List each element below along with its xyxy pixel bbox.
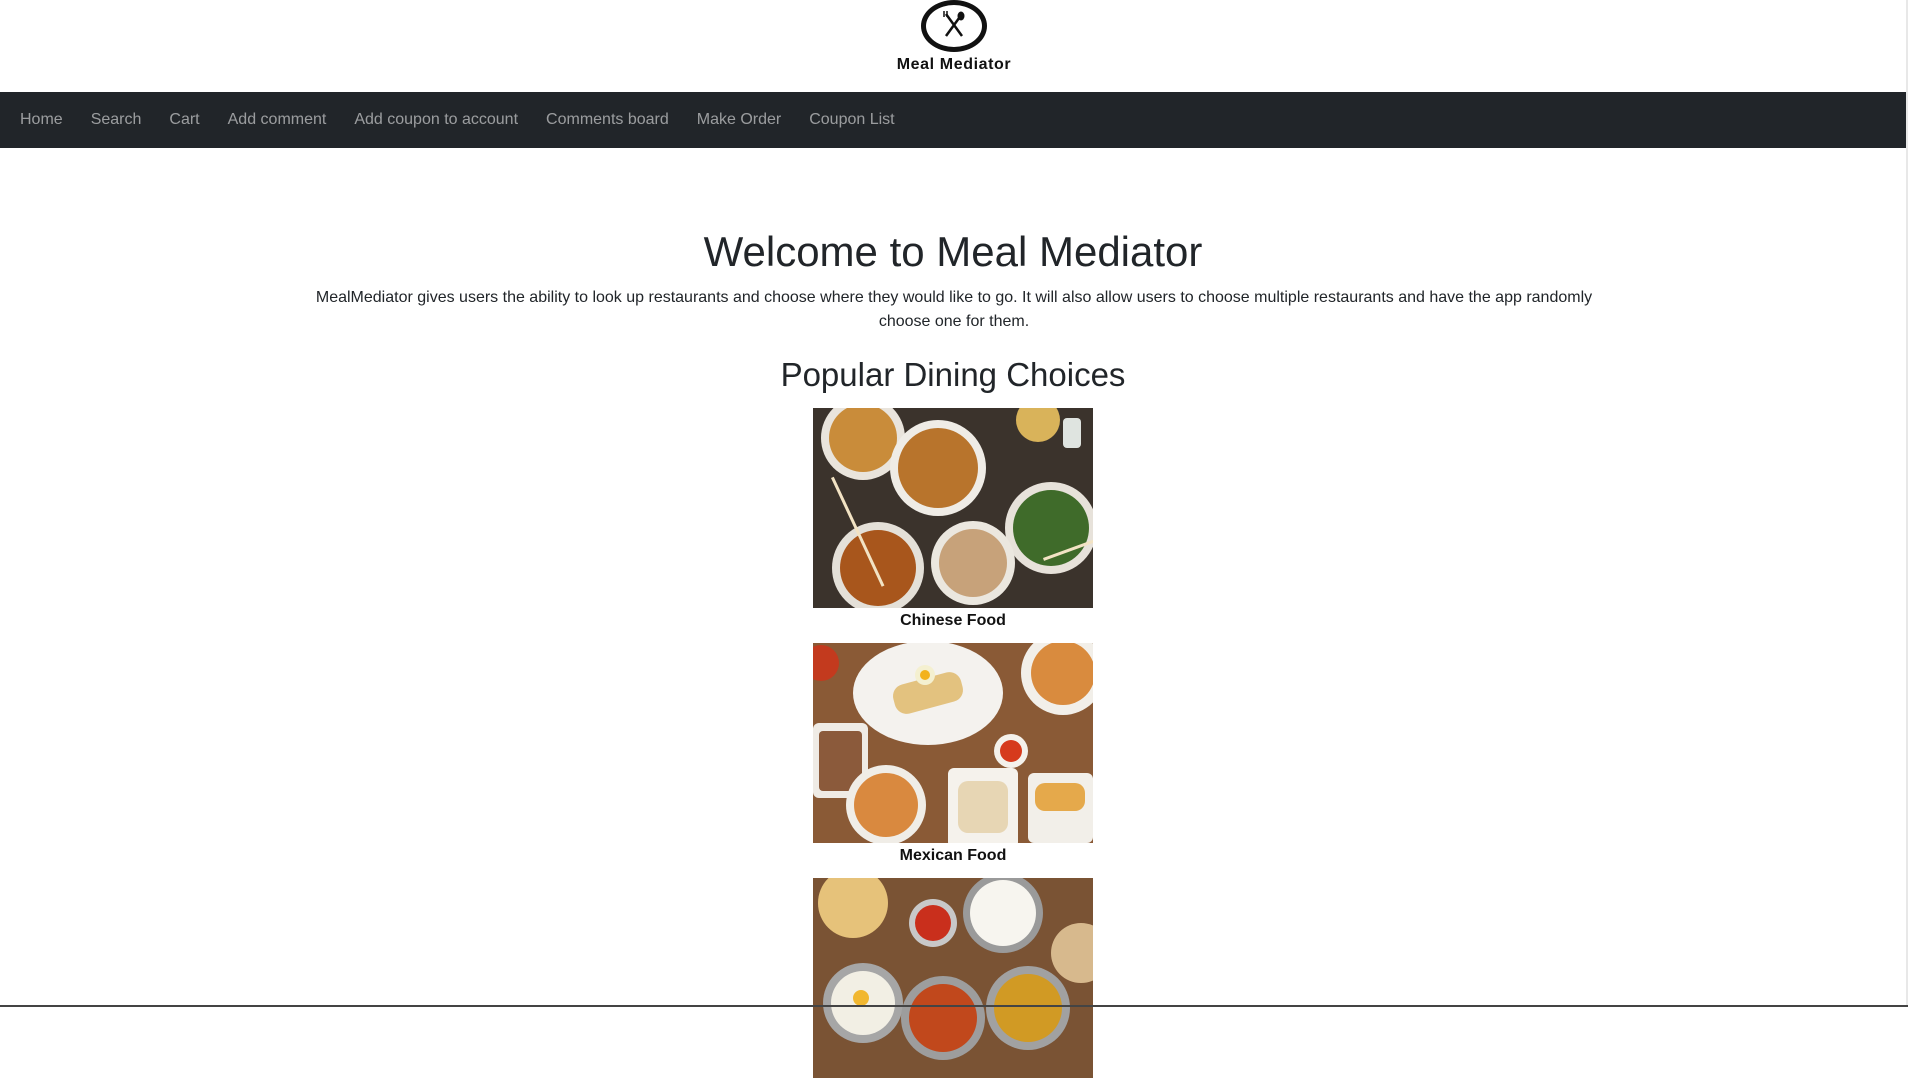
dining-card-indian[interactable] [813,878,1093,1082]
navbar: Home Search Cart Add comment Add coupon … [0,92,1906,148]
nav-coupon-list[interactable]: Coupon List [795,92,908,148]
nav-home[interactable]: Home [0,92,77,148]
fork-spoon-icon [921,0,987,52]
chinese-food-image [813,408,1093,608]
nav-search[interactable]: Search [77,92,156,148]
dining-card-chinese[interactable]: Chinese Food [813,408,1093,630]
page-title: Welcome to Meal Mediator [703,228,1203,275]
nav-cart[interactable]: Cart [155,92,213,148]
dining-card-mexican[interactable]: Mexican Food [813,643,1093,865]
intro-text: MealMediator gives users the ability to … [315,289,1593,330]
nav-add-comment[interactable]: Add comment [214,92,341,148]
nav-comments-board[interactable]: Comments board [532,92,683,148]
section-title: Popular Dining Choices [780,356,1126,393]
logo[interactable]: Meal Mediator [884,0,1024,92]
card-caption: Chinese Food [900,612,1006,629]
nav-add-coupon[interactable]: Add coupon to account [340,92,532,148]
nav-make-order[interactable]: Make Order [683,92,795,148]
card-caption: Mexican Food [899,847,1007,864]
indian-food-image [813,878,1093,1078]
site-header: Meal Mediator [0,0,1908,92]
logo-text: Meal Mediator [896,56,1012,73]
mexican-food-image [813,643,1093,843]
